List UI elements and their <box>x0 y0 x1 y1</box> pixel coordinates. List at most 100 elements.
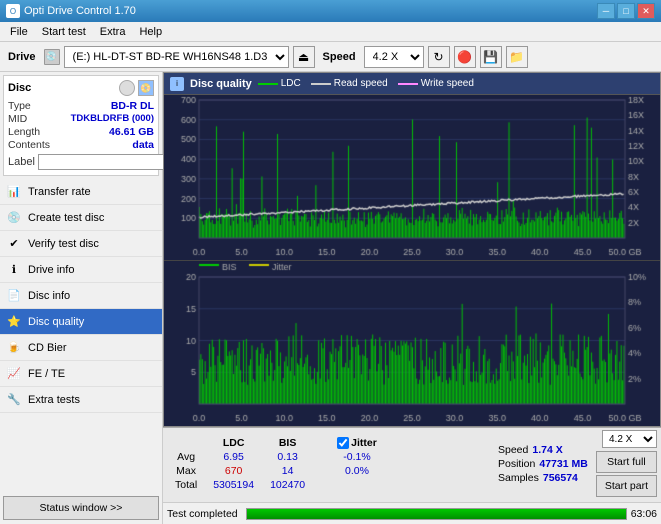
total-bis: 102470 <box>262 478 313 492</box>
start-part-button[interactable]: Start part <box>596 475 657 497</box>
top-chart-legend: LDC Read speed Write speed <box>258 78 474 89</box>
top-chart <box>164 95 660 261</box>
legend-write-speed-color <box>398 83 418 85</box>
stats-max-row: Max 670 14 0.0% <box>167 464 385 478</box>
sidebar: Disc 📀 Type BD-R DL MID TDKBLDRFB (000) … <box>0 72 163 524</box>
disc-mid-label: MID <box>8 113 27 125</box>
chart-title: Disc quality <box>190 78 252 90</box>
avg-sep <box>313 450 329 464</box>
top-chart-canvas <box>164 95 660 260</box>
stats-table: LDC BIS Jitter <box>167 436 490 492</box>
menu-file[interactable]: File <box>4 24 34 40</box>
extra-tests-icon: 🔧 <box>6 392 22 408</box>
disc-length-row: Length 46.61 GB <box>8 126 154 138</box>
settings-btn1[interactable]: 🔴 <box>454 46 476 68</box>
sidebar-item-fe-te[interactable]: 📈 FE / TE <box>0 361 162 387</box>
jitter-check-label: Jitter <box>351 437 377 449</box>
menu-start-test[interactable]: Start test <box>36 24 92 40</box>
action-panel: 4.2 X Start full Start part <box>596 430 657 497</box>
create-test-disc-label: Create test disc <box>28 212 104 224</box>
start-full-button[interactable]: Start full <box>596 451 657 473</box>
col-header-label <box>167 436 205 450</box>
legend-read-speed-color <box>311 83 331 85</box>
minimize-button[interactable]: ─ <box>597 3 615 19</box>
disc-label-label: Label <box>8 156 35 168</box>
create-test-disc-icon: 💿 <box>6 210 22 226</box>
stats-data-table: LDC BIS Jitter <box>167 436 385 492</box>
speed-select-inline[interactable]: 4.2 X <box>602 430 657 448</box>
progress-bar-fill <box>247 509 626 519</box>
refresh-button[interactable]: ↻ <box>428 46 450 68</box>
eject-button[interactable]: ⏏ <box>293 46 315 68</box>
disc-type-label: Type <box>8 100 31 112</box>
col-header-jitter-check: Jitter <box>329 436 385 450</box>
menu-extra[interactable]: Extra <box>94 24 132 40</box>
col-header-bis: BIS <box>262 436 313 450</box>
disc-label-input[interactable] <box>38 154 176 170</box>
max-jitter: 0.0% <box>329 464 385 478</box>
speed-selector[interactable]: 4.2 X <box>364 46 424 68</box>
disc-quality-label: Disc quality <box>28 316 84 328</box>
sidebar-item-extra-tests[interactable]: 🔧 Extra tests <box>0 387 162 413</box>
sidebar-item-create-test-disc[interactable]: 💿 Create test disc <box>0 205 162 231</box>
disc-info-label: Disc info <box>28 290 70 302</box>
stats-avg-row: Avg 6.95 0.13 -0.1% <box>167 450 385 464</box>
total-ldc: 5305194 <box>205 478 262 492</box>
drive-selector[interactable]: (E:) HL-DT-ST BD-RE WH16NS48 1.D3 <box>64 46 289 68</box>
samples-value: 756574 <box>543 472 578 484</box>
col-header-ldc: LDC <box>205 436 262 450</box>
avg-ldc: 6.95 <box>205 450 262 464</box>
settings-btn3[interactable]: 📁 <box>506 46 528 68</box>
max-label: Max <box>167 464 205 478</box>
progress-bar-container <box>246 508 627 520</box>
position-row: Position 47731 MB <box>498 458 588 470</box>
title-bar-left: O Opti Drive Control 1.70 <box>6 4 136 18</box>
total-sep <box>313 478 329 492</box>
sidebar-item-drive-info[interactable]: ℹ Drive info <box>0 257 162 283</box>
disc-length-value: 46.61 GB <box>109 126 154 138</box>
jitter-checkbox[interactable] <box>337 437 349 449</box>
disc-panel-icon2: 📀 <box>138 80 154 96</box>
disc-panel: Disc 📀 Type BD-R DL MID TDKBLDRFB (000) … <box>3 75 159 176</box>
max-sep <box>313 464 329 478</box>
menu-bar: File Start test Extra Help <box>0 22 661 42</box>
fe-te-icon: 📈 <box>6 366 22 382</box>
total-jitter <box>329 478 385 492</box>
progress-area: Test completed 63:06 <box>163 502 661 524</box>
transfer-rate-label: Transfer rate <box>28 186 91 198</box>
disc-contents-row: Contents data <box>8 139 154 151</box>
sidebar-item-disc-quality[interactable]: ⭐ Disc quality <box>0 309 162 335</box>
toolbar: Drive 💿 (E:) HL-DT-ST BD-RE WH16NS48 1.D… <box>0 42 661 72</box>
sidebar-item-transfer-rate[interactable]: 📊 Transfer rate <box>0 179 162 205</box>
verify-test-disc-label: Verify test disc <box>28 238 99 250</box>
avg-bis: 0.13 <box>262 450 313 464</box>
cd-bier-label: CD Bier <box>28 342 67 354</box>
sidebar-item-cd-bier[interactable]: 🍺 CD Bier <box>0 335 162 361</box>
status-window-button[interactable]: Status window >> <box>3 496 159 520</box>
drive-info-label: Drive info <box>28 264 74 276</box>
transfer-rate-icon: 📊 <box>6 184 22 200</box>
bottom-chart <box>164 261 660 426</box>
settings-btn2[interactable]: 💾 <box>480 46 502 68</box>
speed-label: Speed <box>319 51 360 63</box>
disc-mid-row: MID TDKBLDRFB (000) <box>8 113 154 125</box>
close-button[interactable]: ✕ <box>637 3 655 19</box>
speed-row: Speed 1.74 X <box>498 444 588 456</box>
charts-area <box>164 95 660 426</box>
max-bis: 14 <box>262 464 313 478</box>
disc-length-label: Length <box>8 126 40 138</box>
cd-bier-icon: 🍺 <box>6 340 22 356</box>
legend-write-speed-label: Write speed <box>421 78 474 89</box>
chart-container: i Disc quality LDC Read speed Write spee… <box>163 72 661 427</box>
legend-write-speed: Write speed <box>398 78 474 89</box>
menu-help[interactable]: Help <box>133 24 168 40</box>
legend-read-speed: Read speed <box>311 78 388 89</box>
sidebar-item-disc-info[interactable]: 📄 Disc info <box>0 283 162 309</box>
sidebar-item-verify-test-disc[interactable]: ✔ Verify test disc <box>0 231 162 257</box>
drive-icon: 💿 <box>44 49 60 65</box>
total-label: Total <box>167 478 205 492</box>
stats-bar: LDC BIS Jitter <box>163 427 661 502</box>
app-icon: O <box>6 4 20 18</box>
position-value: 47731 MB <box>539 458 587 470</box>
maximize-button[interactable]: □ <box>617 3 635 19</box>
